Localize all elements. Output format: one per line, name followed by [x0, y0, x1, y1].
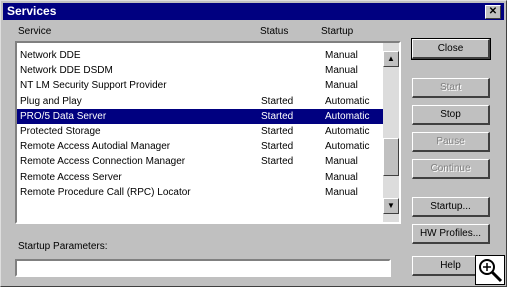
service-name: NT LM Security Support Provider [20, 80, 167, 92]
service-status: Started [261, 156, 294, 168]
column-header-startup[interactable]: Startup [321, 26, 353, 37]
list-item-selected[interactable]: PRO/5 Data Server Started Automatic [17, 108, 385, 124]
service-name: Network DDE DSDM [20, 65, 113, 77]
list-item[interactable]: Remote Procedure Call (RPC) Locator Manu… [17, 185, 385, 200]
vertical-scrollbar[interactable]: ▲ ▼ [383, 43, 399, 222]
service-name: Plug and Play [20, 95, 82, 107]
startup-parameters-label: Startup Parameters: [18, 241, 108, 252]
service-name: Network DDE [20, 50, 81, 61]
list-item[interactable]: Remote Access Server Manual [17, 170, 385, 185]
close-icon[interactable]: ✕ [485, 5, 501, 19]
service-startup: Automatic [325, 95, 370, 107]
scroll-down-icon[interactable]: ▼ [383, 198, 399, 214]
zoom-magnifier-icon[interactable] [475, 255, 505, 285]
services-list[interactable]: Network DDE Manual Network DDE DSDM Manu… [15, 41, 401, 224]
service-startup: Manual [325, 171, 358, 183]
continue-button[interactable]: Continue [412, 159, 490, 179]
startup-button[interactable]: Startup... [412, 197, 490, 217]
list-item[interactable]: Network DDE DSDM Manual [17, 63, 385, 78]
service-status: Started [261, 95, 294, 107]
close-button[interactable]: Close [411, 38, 491, 60]
service-startup: Manual [325, 156, 358, 168]
services-dialog: Services ✕ Service Status Startup Networ… [0, 0, 507, 287]
list-item[interactable]: Network DDE Manual [17, 48, 385, 63]
start-button[interactable]: Start [412, 78, 490, 98]
list-item[interactable]: NT LM Security Support Provider Manual [17, 78, 385, 93]
service-startup: Automatic [325, 110, 370, 122]
column-header-service[interactable]: Service [18, 26, 51, 37]
service-startup: Manual [325, 65, 358, 77]
service-status: Started [261, 110, 294, 122]
list-item[interactable]: Remote Access Autodial Manager Started A… [17, 139, 385, 154]
services-rows: Network DDE Manual Network DDE DSDM Manu… [17, 48, 385, 200]
startup-parameters-field[interactable] [15, 259, 391, 277]
hw-profiles-button[interactable]: HW Profiles... [412, 224, 490, 244]
window-title: Services [7, 4, 57, 18]
list-item[interactable]: Plug and Play Started Automatic [17, 94, 385, 109]
service-startup: Automatic [325, 141, 370, 153]
scrollbar-thumb[interactable] [383, 138, 399, 176]
service-name: Remote Procedure Call (RPC) Locator [20, 186, 191, 198]
title-bar[interactable]: Services ✕ [3, 3, 504, 20]
service-startup: Manual [325, 186, 358, 198]
stop-button[interactable]: Stop [412, 105, 490, 125]
service-status: Started [261, 125, 294, 137]
pause-button[interactable]: Pause [412, 132, 490, 152]
list-item[interactable]: Protected Storage Started Automatic [17, 124, 385, 139]
service-status: Started [261, 141, 294, 153]
service-name: Protected Storage [20, 125, 101, 137]
service-name: Remote Access Server [20, 171, 122, 183]
list-item[interactable]: Remote Access Connection Manager Started… [17, 154, 385, 169]
service-startup: Manual [325, 50, 358, 61]
service-startup: Automatic [325, 125, 370, 137]
service-name: Remote Access Connection Manager [20, 156, 186, 168]
service-name: PRO/5 Data Server [20, 110, 107, 122]
scroll-up-icon[interactable]: ▲ [383, 51, 399, 67]
column-header-status[interactable]: Status [260, 26, 288, 37]
service-startup: Manual [325, 80, 358, 92]
service-name: Remote Access Autodial Manager [20, 141, 171, 153]
